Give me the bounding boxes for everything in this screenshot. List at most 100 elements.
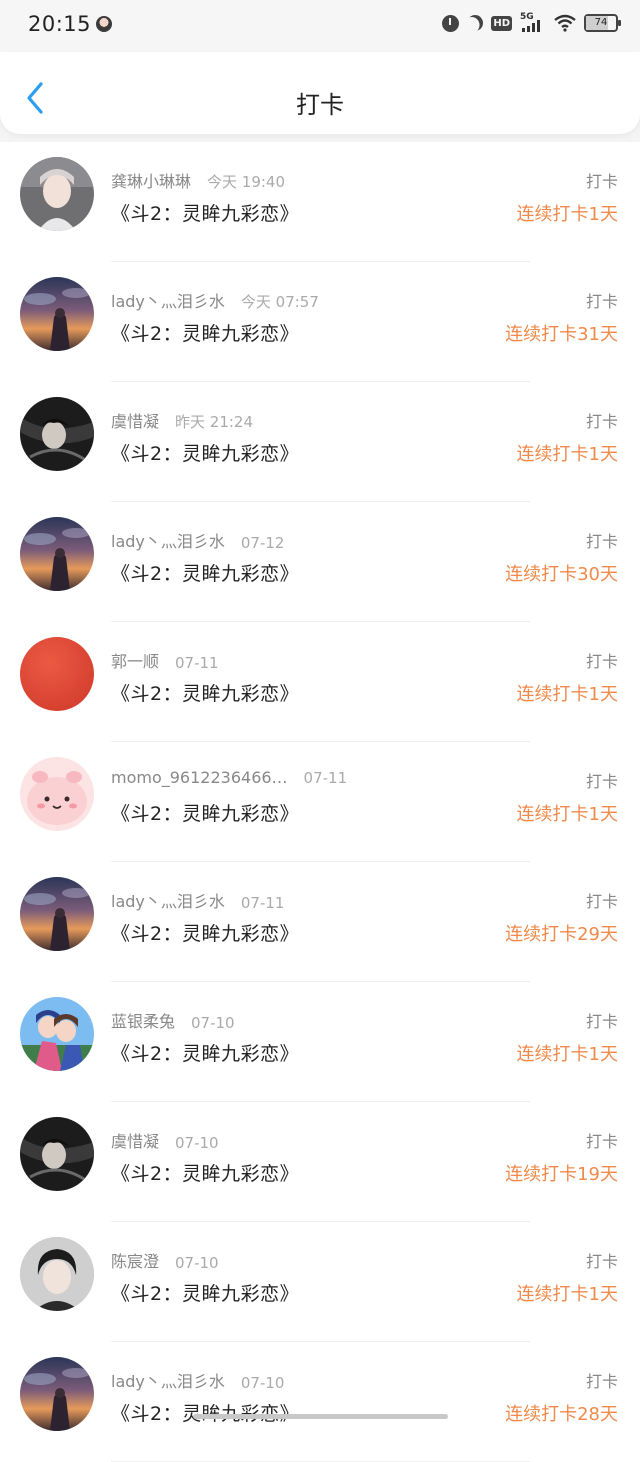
avatar[interactable] [20,1357,94,1431]
avatar[interactable] [20,877,94,951]
timestamp: 07-11 [240,894,285,912]
name-line: 郭一顺 07-11 [111,648,219,672]
battery-level: 74 [594,17,608,28]
name-line: lady丶灬泪彡水 07-11 [111,888,284,912]
avatar[interactable] [20,277,94,351]
avatar[interactable] [20,637,94,711]
list-item[interactable]: 虞惜凝 昨天 21:24 《斗2：灵眸九彩恋》 打卡 连续打卡1天 [0,382,640,502]
list-item[interactable]: 虞惜凝 07-10 《斗2：灵眸九彩恋》 打卡连续打卡19天 [0,1102,640,1222]
checkin-type: 打卡 [585,532,618,551]
checkin-type: 打卡 [585,1372,618,1391]
wifi-icon [554,14,576,32]
checkin-type: 打卡 [585,172,618,191]
list-item[interactable]: 蓝银柔兔 07-10 《斗2：灵眸九彩恋》 打卡连续打卡1天 [0,982,640,1102]
user-name[interactable]: lady丶灬泪彡水 [111,288,225,312]
work-title[interactable]: 《斗2：灵眸九彩恋》 [111,319,299,346]
checkin-type: 打卡 [585,772,618,791]
checkin-type: 打卡 [585,1252,618,1271]
timestamp: 07-12 [240,534,285,552]
alarm-icon [442,14,460,32]
list-item[interactable]: 郭一顺 07-11 《斗2：灵眸九彩恋》 打卡连续打卡1天 [0,622,640,742]
checkin-type: 打卡 [585,1132,618,1151]
avatar[interactable] [20,757,94,831]
timestamp: 07-10 [191,1014,235,1032]
page-title: 打卡 [296,91,344,119]
user-name[interactable]: momo_9612236466… [111,768,288,787]
streak-label: 连续打卡1天 [516,684,618,705]
timestamp: 昨天 21:24 [175,413,254,431]
timestamp: 07-11 [303,769,348,787]
work-title[interactable]: 《斗2：灵眸九彩恋》 [111,1039,299,1066]
streak-label: 连续打卡31天 [505,324,618,345]
work-title[interactable]: 《斗2：灵眸九彩恋》 [111,799,299,826]
streak-label: 连续打卡30天 [505,564,618,585]
checkin-type: 打卡 [585,412,618,431]
streak-label: 连续打卡28天 [505,1404,618,1425]
work-title[interactable]: 《斗2：灵眸九彩恋》 [111,919,299,946]
work-title[interactable]: 《斗2：灵眸九彩恋》 [111,439,299,466]
checkin-type: 打卡 [585,652,618,671]
streak-label: 连续打卡1天 [516,1044,618,1065]
user-name[interactable]: 郭一顺 [111,648,159,672]
name-line: 虞惜凝 昨天 21:24 [111,408,253,432]
list-item[interactable]: momo_9612236466… 07-11 《斗2：灵眸九彩恋》 打卡 连续打卡1天 [0,742,640,862]
checkin-type: 打卡 [585,892,618,911]
checkin-list: 龚琳小琳琳 今天 19:40 《斗2：灵眸九彩恋》 打卡 连续打卡1天 lady丶灬泪彡水… [0,142,640,1462]
streak-label: 连续打卡1天 [516,1284,618,1305]
name-line: 蓝银柔兔 07-10 [111,1008,235,1032]
avatar[interactable] [20,517,94,591]
hd-icon: HD [491,15,512,31]
status-avatar-icon [96,16,112,32]
streak-label: 连续打卡29天 [505,924,618,945]
timestamp: 07-10 [175,1134,219,1152]
name-line: 龚琳小琳琳 今天 19:40 [111,168,285,192]
work-title[interactable]: 《斗2：灵眸九彩恋》 [111,1159,299,1186]
timestamp: 07-10 [175,1254,219,1272]
streak-label: 连续打卡1天 [516,204,618,225]
list-item[interactable]: 陈宸澄 07-10 《斗2：灵眸九彩恋》 打卡连续打卡1天 [0,1222,640,1342]
home-indicator[interactable] [193,1414,448,1419]
battery-icon: 74 [584,14,621,32]
user-name[interactable]: 虞惜凝 [111,408,159,432]
user-name[interactable]: lady丶灬泪彡水 [111,888,225,912]
checkin-type: 打卡 [585,1012,618,1031]
user-name[interactable]: 虞惜凝 [111,1128,159,1152]
list-item[interactable]: lady丶灬泪彡水 今天 07:57 《斗2：灵眸九彩恋》 打卡连续打卡31天 [0,262,640,382]
list-item[interactable]: lady丶灬泪彡水 07-12 《斗2：灵眸九彩恋》 打卡连续打卡30天 [0,502,640,622]
avatar[interactable] [20,1117,94,1191]
network-type: 5G [520,12,534,22]
timestamp: 07-10 [240,1374,285,1392]
list-item[interactable]: lady丶灬泪彡水 07-11 《斗2：灵眸九彩恋》 打卡连续打卡29天 [0,862,640,982]
name-line: momo_9612236466… 07-11 [111,768,347,787]
user-name[interactable]: lady丶灬泪彡水 [111,1368,225,1392]
avatar[interactable] [20,997,94,1071]
nav-bar: 打卡 [0,52,640,134]
avatar[interactable] [20,397,94,471]
user-name[interactable]: 龚琳小琳琳 [111,168,191,192]
moon-icon [464,12,486,34]
list-item[interactable]: 龚琳小琳琳 今天 19:40 《斗2：灵眸九彩恋》 打卡连续打卡1天 [0,142,640,262]
work-title[interactable]: 《斗2：灵眸九彩恋》 [111,559,299,586]
work-title[interactable]: 《斗2：灵眸九彩恋》 [111,199,299,226]
checkin-type: 打卡 [585,292,618,311]
name-line: 陈宸澄 07-10 [111,1248,219,1272]
work-title[interactable]: 《斗2：灵眸九彩恋》 [111,679,299,706]
timestamp: 07-11 [175,654,219,672]
status-bar: 20:15 HD 5G 74 [0,0,640,52]
user-name[interactable]: lady丶灬泪彡水 [111,528,225,552]
signal-icon: 5G [520,12,546,32]
user-name[interactable]: 陈宸澄 [111,1248,159,1272]
list-item[interactable]: lady丶灬泪彡水07-10《斗2：灵眸九彩恋》打卡连续打卡28天 [0,1342,640,1462]
user-name[interactable]: 蓝银柔兔 [111,1008,175,1032]
name-line: 虞惜凝 07-10 [111,1128,219,1152]
work-title[interactable]: 《斗2：灵眸九彩恋》 [111,1279,299,1306]
timestamp: 今天 19:40 [207,173,286,191]
name-line: lady丶灬泪彡水 07-12 [111,528,284,552]
status-time: 20:15 [28,12,92,36]
streak-label: 连续打卡19天 [505,1164,618,1185]
name-line: lady丶灬泪彡水 07-10 [111,1368,284,1392]
name-line: lady丶灬泪彡水 今天 07:57 [111,288,319,312]
status-icons: HD 5G 74 [442,12,621,34]
avatar[interactable] [20,1237,94,1311]
avatar[interactable] [20,157,94,231]
